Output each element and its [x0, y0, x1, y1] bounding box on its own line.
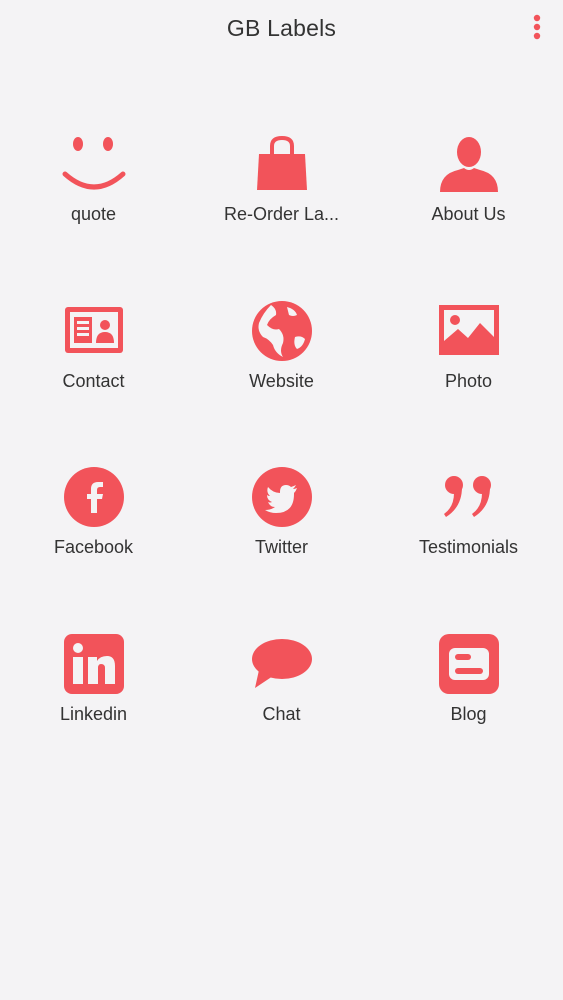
smiley-icon [61, 134, 127, 200]
tile-quote[interactable]: quote [0, 134, 187, 264]
tile-label: About Us [431, 204, 506, 224]
tile-reorder-labels[interactable]: Re-Order La... [188, 134, 375, 264]
app-header: GB Labels [0, 0, 563, 60]
shopping-bag-icon [249, 134, 315, 200]
facebook-icon [61, 467, 127, 533]
tile-label: Photo [444, 371, 493, 391]
tile-chat[interactable]: Chat [188, 634, 375, 764]
linkedin-icon [61, 634, 127, 700]
tile-label: Facebook [53, 537, 134, 557]
quote-marks-icon [436, 467, 502, 533]
person-icon [436, 134, 502, 200]
globe-icon [249, 301, 315, 367]
tile-label: Blog [450, 704, 487, 724]
more-vertical-icon [533, 14, 541, 40]
twitter-icon [249, 467, 315, 533]
app-screen: GB Labels quote Re-Order La... About Us … [0, 0, 563, 1000]
tile-label: Re-Order La... [223, 204, 340, 224]
tile-about-us[interactable]: About Us [375, 134, 562, 264]
tile-label: quote [70, 204, 117, 224]
tile-photo[interactable]: Photo [375, 301, 562, 431]
tile-label: Twitter [254, 537, 308, 557]
tile-contact[interactable]: Contact [0, 301, 187, 431]
blogger-icon [436, 634, 502, 700]
tile-label: Contact [62, 371, 125, 391]
tile-blog[interactable]: Blog [375, 634, 562, 764]
photo-icon [436, 301, 502, 367]
tile-label: Testimonials [418, 537, 519, 557]
tile-website[interactable]: Website [188, 301, 375, 431]
tile-testimonials[interactable]: Testimonials [375, 467, 562, 597]
tile-twitter[interactable]: Twitter [188, 467, 375, 597]
chat-bubble-icon [249, 634, 315, 700]
tile-linkedin[interactable]: Linkedin [0, 634, 187, 764]
tile-facebook[interactable]: Facebook [0, 467, 187, 597]
contact-card-icon [61, 301, 127, 367]
page-title: GB Labels [226, 15, 337, 41]
tile-label: Chat [262, 704, 301, 724]
tile-label: Website [249, 371, 314, 391]
overflow-menu-button[interactable] [529, 12, 545, 44]
tile-label: Linkedin [59, 704, 128, 724]
